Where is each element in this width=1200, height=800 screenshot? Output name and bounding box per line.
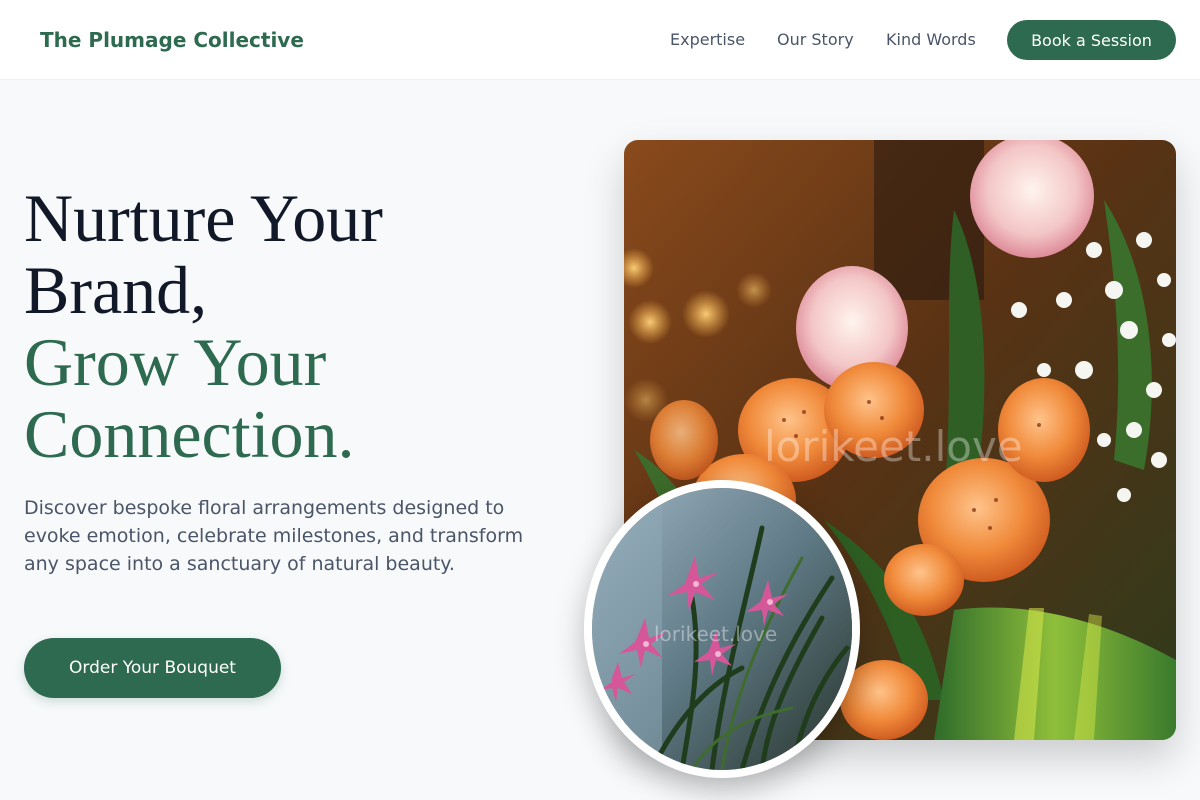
hero-description: Discover bespoke floral arrangements des… — [24, 497, 524, 575]
book-session-button[interactable]: Book a Session — [1007, 20, 1176, 60]
nav-link-our-story[interactable]: Our Story — [777, 30, 854, 49]
headline-accent-line-1: Grow Your — [24, 324, 327, 400]
brand-logo-text[interactable]: The Plumage Collective — [40, 28, 304, 52]
order-bouquet-button[interactable]: Order Your Bouquet — [24, 638, 281, 698]
headline-line-1: Nurture Your — [24, 180, 383, 256]
site-header: The Plumage Collective Expertise Our Sto… — [0, 0, 1200, 80]
headline-line-2: Brand, — [24, 252, 208, 328]
headline-accent-line-2: Connection. — [24, 396, 355, 472]
nav-link-kind-words[interactable]: Kind Words — [886, 30, 976, 49]
nav-link-expertise[interactable]: Expertise — [670, 30, 745, 49]
lily-inset-image: lorikeet.love — [584, 480, 860, 778]
hero-headline: Nurture Your Brand, Grow Your Connection… — [24, 182, 564, 470]
